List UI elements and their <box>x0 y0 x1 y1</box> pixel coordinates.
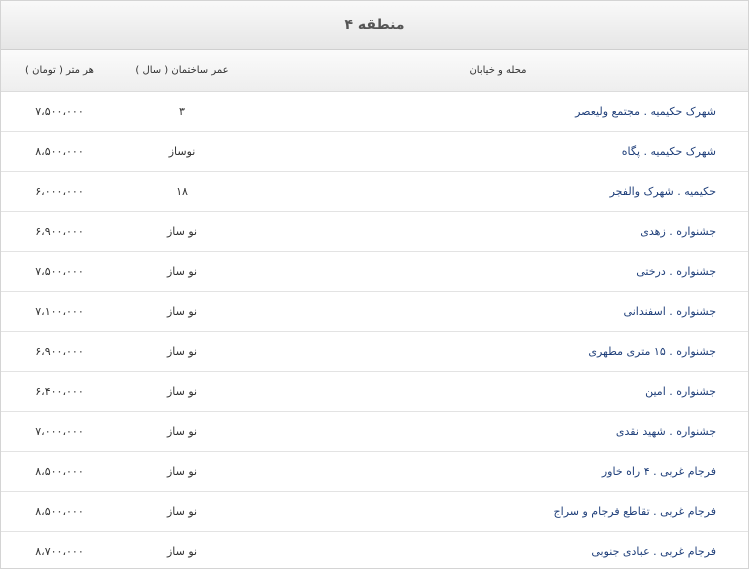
street-cell: جشنواره . ۱۵ متری مطهری <box>247 330 748 371</box>
table-row: حکیمیه . شهرک والفجر ۱۸ ۶،۰۰۰،۰۰۰ <box>1 170 748 211</box>
table-row: جشنواره . امین نو ساز ۶،۴۰۰،۰۰۰ <box>1 370 748 411</box>
street-cell: جشنواره . زهدی <box>247 210 748 251</box>
price-table: محله و خیابان عمر ساختمان ( سال ) هر متر… <box>1 50 748 571</box>
price-cell: ۸،۵۰۰،۰۰۰ <box>1 490 118 531</box>
price-cell: ۷،۰۰۰،۰۰۰ <box>1 410 118 451</box>
table-row: جشنواره . اسفندانی نو ساز ۷،۱۰۰،۰۰۰ <box>1 290 748 331</box>
age-cell: نو ساز <box>118 210 247 251</box>
table-body: شهرک حکیمیه . مجتمع ولیعصر ۳ ۷،۵۰۰،۰۰۰ ش… <box>1 90 748 571</box>
price-cell: ۶،۹۰۰،۰۰۰ <box>1 330 118 371</box>
price-table-panel: منطقه ۴ محله و خیابان عمر ساختمان ( سال … <box>0 0 749 571</box>
age-cell: نو ساز <box>118 250 247 291</box>
price-cell: ۸،۷۰۰،۰۰۰ <box>1 530 118 571</box>
street-cell: حکیمیه . شهرک والفجر <box>247 170 748 211</box>
age-cell: ۱۸ <box>118 170 247 211</box>
age-cell: نو ساز <box>118 370 247 411</box>
street-cell: فرجام غربی . ۴ راه خاور <box>247 450 748 491</box>
street-cell: جشنواره . اسفندانی <box>247 290 748 331</box>
table-row: شهرک حکیمیه . پگاه نوساز ۸،۵۰۰،۰۰۰ <box>1 130 748 171</box>
price-cell: ۸،۵۰۰،۰۰۰ <box>1 130 118 171</box>
table-row: جشنواره . شهید نقدی نو ساز ۷،۰۰۰،۰۰۰ <box>1 410 748 451</box>
price-cell: ۶،۰۰۰،۰۰۰ <box>1 170 118 211</box>
age-cell: نو ساز <box>118 490 247 531</box>
table-header-row: محله و خیابان عمر ساختمان ( سال ) هر متر… <box>1 50 748 92</box>
price-cell: ۷،۵۰۰،۰۰۰ <box>1 90 118 131</box>
street-cell: شهرک حکیمیه . پگاه <box>247 130 748 171</box>
table-row: فرجام غربی . تقاطع فرجام و سراج نو ساز ۸… <box>1 490 748 531</box>
header-building-age: عمر ساختمان ( سال ) <box>118 50 247 92</box>
table-title: منطقه ۴ <box>1 1 748 50</box>
street-cell: فرجام غربی . تقاطع فرجام و سراج <box>247 490 748 531</box>
age-cell: نو ساز <box>118 450 247 491</box>
table-row: جشنواره . درختی نو ساز ۷،۵۰۰،۰۰۰ <box>1 250 748 291</box>
street-cell: جشنواره . شهید نقدی <box>247 410 748 451</box>
table-row: فرجام غربی . ۴ راه خاور نو ساز ۸،۵۰۰،۰۰۰ <box>1 450 748 491</box>
age-cell: نو ساز <box>118 530 247 571</box>
header-price-per-meter: هر متر ( تومان ) <box>1 50 118 92</box>
age-cell: نو ساز <box>118 330 247 371</box>
price-cell: ۶،۴۰۰،۰۰۰ <box>1 370 118 411</box>
price-cell: ۸،۵۰۰،۰۰۰ <box>1 450 118 491</box>
table-row: شهرک حکیمیه . مجتمع ولیعصر ۳ ۷،۵۰۰،۰۰۰ <box>1 90 748 131</box>
street-cell: فرجام غربی . عبادی جنوبی <box>247 530 748 571</box>
age-cell: نوساز <box>118 130 247 171</box>
price-cell: ۷،۵۰۰،۰۰۰ <box>1 250 118 291</box>
table-row: فرجام غربی . عبادی جنوبی نو ساز ۸،۷۰۰،۰۰… <box>1 530 748 571</box>
price-cell: ۶،۹۰۰،۰۰۰ <box>1 210 118 251</box>
age-cell: ۳ <box>118 90 247 131</box>
street-cell: جشنواره . امین <box>247 370 748 411</box>
header-street: محله و خیابان <box>247 50 748 92</box>
age-cell: نو ساز <box>118 290 247 331</box>
table-row: جشنواره . زهدی نو ساز ۶،۹۰۰،۰۰۰ <box>1 210 748 251</box>
price-cell: ۷،۱۰۰،۰۰۰ <box>1 290 118 331</box>
street-cell: شهرک حکیمیه . مجتمع ولیعصر <box>247 90 748 131</box>
age-cell: نو ساز <box>118 410 247 451</box>
street-cell: جشنواره . درختی <box>247 250 748 291</box>
table-row: جشنواره . ۱۵ متری مطهری نو ساز ۶،۹۰۰،۰۰۰ <box>1 330 748 371</box>
